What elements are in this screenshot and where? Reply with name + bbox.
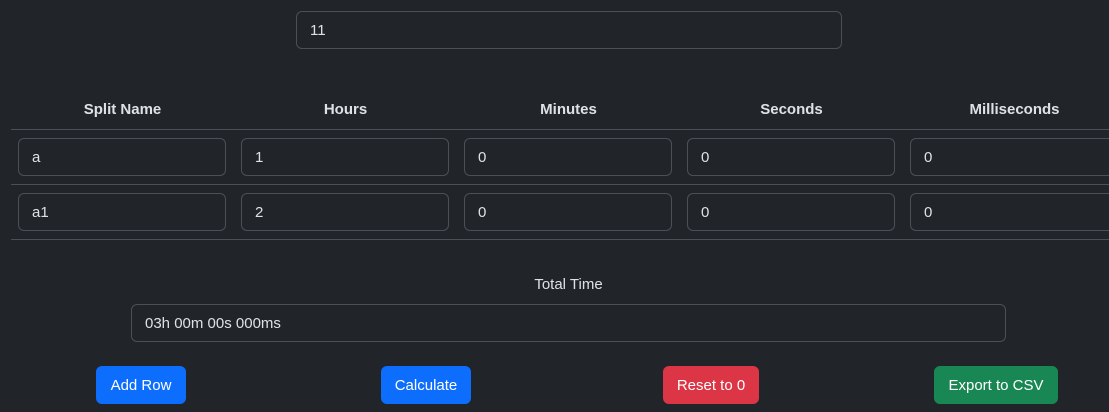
split-name-input[interactable] (18, 193, 226, 231)
seconds-input[interactable] (687, 193, 895, 231)
hours-input[interactable] (241, 138, 449, 176)
header-seconds: Seconds (760, 101, 823, 118)
split-time-calculator: Split Name Hours Minutes Seconds Millise… (0, 0, 1109, 412)
split-name-input[interactable] (18, 138, 226, 176)
milliseconds-input[interactable] (910, 193, 1109, 231)
add-row-button[interactable]: Add Row (96, 366, 186, 404)
top-input[interactable] (296, 11, 842, 49)
header-split-name: Split Name (83, 101, 162, 118)
table-divider (11, 129, 1109, 130)
hours-input[interactable] (241, 193, 449, 231)
header-minutes: Minutes (540, 101, 597, 118)
minutes-input[interactable] (464, 193, 672, 231)
export-csv-button[interactable]: Export to CSV (934, 366, 1058, 404)
calculate-button[interactable]: Calculate (381, 366, 471, 404)
reset-button[interactable]: Reset to 0 (663, 366, 759, 404)
total-time-output[interactable] (131, 304, 1006, 342)
total-time-label: Total Time (534, 276, 603, 293)
minutes-input[interactable] (464, 138, 672, 176)
milliseconds-input[interactable] (910, 138, 1109, 176)
table-divider (11, 184, 1109, 185)
table-divider (11, 239, 1109, 240)
header-milliseconds: Milliseconds (969, 101, 1060, 118)
header-hours: Hours (323, 101, 368, 118)
seconds-input[interactable] (687, 138, 895, 176)
